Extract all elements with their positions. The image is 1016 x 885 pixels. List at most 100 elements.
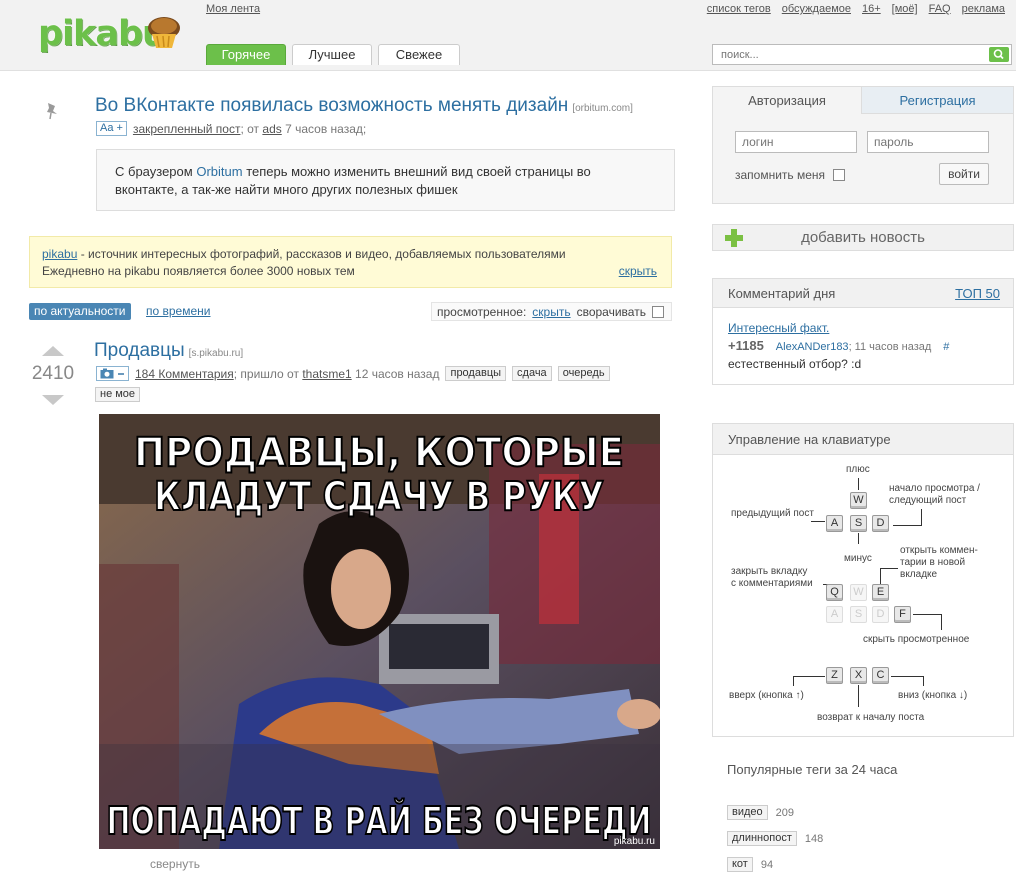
sort-by-relevance[interactable]: по актуальности (29, 303, 131, 320)
orbitum-link[interactable]: Orbitum (196, 164, 242, 179)
password-field[interactable] (867, 131, 989, 153)
add-news-label: добавить новость (801, 229, 925, 246)
key-e: E (872, 584, 889, 601)
top50-link[interactable]: ТОП 50 (955, 286, 1000, 301)
search-input[interactable] (713, 45, 983, 64)
add-news-button[interactable]: добавить новость (712, 224, 1014, 251)
post-tag[interactable]: сдача (512, 366, 552, 381)
kbd-line (880, 568, 898, 569)
remember-checkbox[interactable] (833, 169, 846, 181)
site-link[interactable]: pikabu (42, 247, 77, 261)
vote-up-button[interactable] (42, 346, 64, 356)
key-w: W (850, 492, 867, 509)
key-x: X (850, 667, 867, 684)
sent-from: ; пришло от (233, 366, 299, 381)
login-button[interactable]: войти (939, 163, 989, 185)
post-source: [s.pikabu.ru] (188, 348, 244, 359)
pikabu-logo[interactable]: pikabu (38, 12, 183, 56)
post-tag[interactable]: очередь (557, 366, 610, 381)
watermark: pikabu.ru (614, 836, 655, 847)
search-button[interactable] (989, 47, 1009, 62)
kbd-line (921, 509, 922, 525)
pinned-post-title[interactable]: Во ВКонтакте появилась возможность менят… (95, 95, 633, 117)
collapse-checkbox[interactable] (651, 305, 664, 318)
vote-down-button[interactable] (42, 395, 64, 405)
post-image[interactable]: ПРОДАВЦЫ, КОТОРЫЕ КЛАДУТ СДАЧУ В РУКУ ПО… (99, 414, 660, 849)
popular-tag[interactable]: видео (727, 805, 768, 820)
key-q: Q (826, 584, 843, 601)
kbd-down-label: вниз (кнопка ↓) (898, 690, 968, 701)
tab-register[interactable]: Регистрация (862, 87, 1013, 114)
my-feed-link[interactable]: Моя лента (206, 3, 260, 15)
cotd-author-link[interactable]: AlexANDer183 (776, 341, 849, 353)
tab-best[interactable]: Лучшее (292, 44, 372, 65)
cotd-meta: +1185 AlexANDer183; 11 часов назад # (728, 338, 949, 353)
faq-link[interactable]: FAQ (929, 3, 951, 15)
login-field[interactable] (735, 131, 857, 153)
kbd-line (923, 676, 924, 686)
post-meta: 184 Комментария; пришло от thatsme1 12 ч… (96, 366, 610, 381)
header: pikabu Моя лента список тегов обсуждаемо… (0, 0, 1016, 71)
key-d: D (872, 515, 889, 532)
kbd-close-tab-1: закрыть вкладку (731, 566, 808, 577)
kbd-close-tab-2: с комментариями (731, 578, 813, 589)
kbd-line (811, 521, 825, 522)
minus-icon (118, 373, 124, 375)
collapse-post-link[interactable]: свернуть (150, 857, 200, 871)
info-banner: pikabu - источник интересных фотографий,… (29, 236, 672, 288)
kbd-back-label: возврат к началу поста (817, 712, 925, 723)
key-d-dim: D (872, 606, 889, 623)
viewed-hide-link[interactable]: скрыть (532, 305, 570, 319)
tag-list-link[interactable]: список тегов (707, 3, 771, 15)
not-mine-tag[interactable]: не мое (95, 387, 141, 402)
comments-link[interactable]: 184 Комментария (135, 367, 234, 381)
pinned-author-link[interactable]: ads (262, 122, 281, 136)
kbd-line (893, 525, 922, 526)
cotd-permalink[interactable]: # (943, 341, 949, 353)
pinned-post-body: С браузером Orbitum теперь можно изменит… (96, 149, 675, 211)
kbd-minus-label: минус (844, 553, 872, 564)
kbd-hide-viewed-label: скрыть просмотренное (863, 634, 970, 645)
pinned-title-text[interactable]: Во ВКонтакте появилась возможность менят… (95, 95, 568, 116)
kbd-line (941, 614, 942, 630)
pinned-meta: Aa + закрепленный пост; от ads 7 часов н… (96, 121, 366, 136)
search-box (712, 44, 1012, 65)
font-size-badge[interactable]: Aa + (96, 121, 127, 136)
key-z: Z (826, 667, 843, 684)
kbd-open-comments-3: вкладке (900, 569, 938, 580)
post-time: 12 часов назад (355, 366, 440, 381)
keyboard-help: Управление на клавиатуре плюс начало про… (712, 423, 1014, 737)
key-f: F (894, 606, 911, 623)
popular-tag[interactable]: длиннопост (727, 831, 797, 846)
popular-tag-count: 148 (804, 832, 824, 845)
search-icon (993, 49, 1004, 60)
pinned-time: 7 часов назад; (285, 121, 367, 136)
meme-top-line-2: КЛАДУТ СДАЧУ В РУКУ (154, 474, 604, 520)
key-c: C (872, 667, 889, 684)
sort-by-time[interactable]: по времени (146, 304, 210, 318)
post-tag[interactable]: продавцы (445, 366, 507, 381)
ads-link[interactable]: реклама (962, 3, 1005, 15)
age-filter-link[interactable]: 16+ (862, 3, 881, 15)
popular-tag[interactable]: кот (727, 857, 753, 872)
post-title-text[interactable]: Продавцы (94, 340, 185, 361)
kbd-line (793, 676, 825, 677)
pinned-label-link[interactable]: закрепленный пост (133, 122, 241, 136)
cotd-post-link[interactable]: Интересный факт. (728, 321, 829, 335)
mine-link[interactable]: [моё] (892, 3, 918, 15)
post-author-link[interactable]: thatsme1 (302, 367, 351, 381)
image-badge[interactable] (96, 366, 129, 381)
tab-hot[interactable]: Горячее (206, 44, 286, 65)
muffin-icon (148, 17, 180, 48)
post-title[interactable]: Продавцы [s.pikabu.ru] (94, 340, 243, 362)
cotd-title: Комментарий дня (728, 286, 836, 301)
discussed-link[interactable]: обсуждаемое (782, 3, 851, 15)
info-line-1: - источник интересных фотографий, расска… (80, 247, 566, 261)
main-tabs: Горячее Лучшее Свежее (206, 44, 460, 65)
popular-tag-item: длиннопост 148 (727, 831, 823, 846)
kbd-up-label: вверх (кнопка ↑) (729, 690, 804, 701)
info-hide-link[interactable]: скрыть (619, 263, 657, 280)
tab-login[interactable]: Авторизация (713, 87, 862, 114)
cotd-header: Комментарий дня ТОП 50 (713, 279, 1013, 308)
tab-fresh[interactable]: Свежее (378, 44, 460, 65)
